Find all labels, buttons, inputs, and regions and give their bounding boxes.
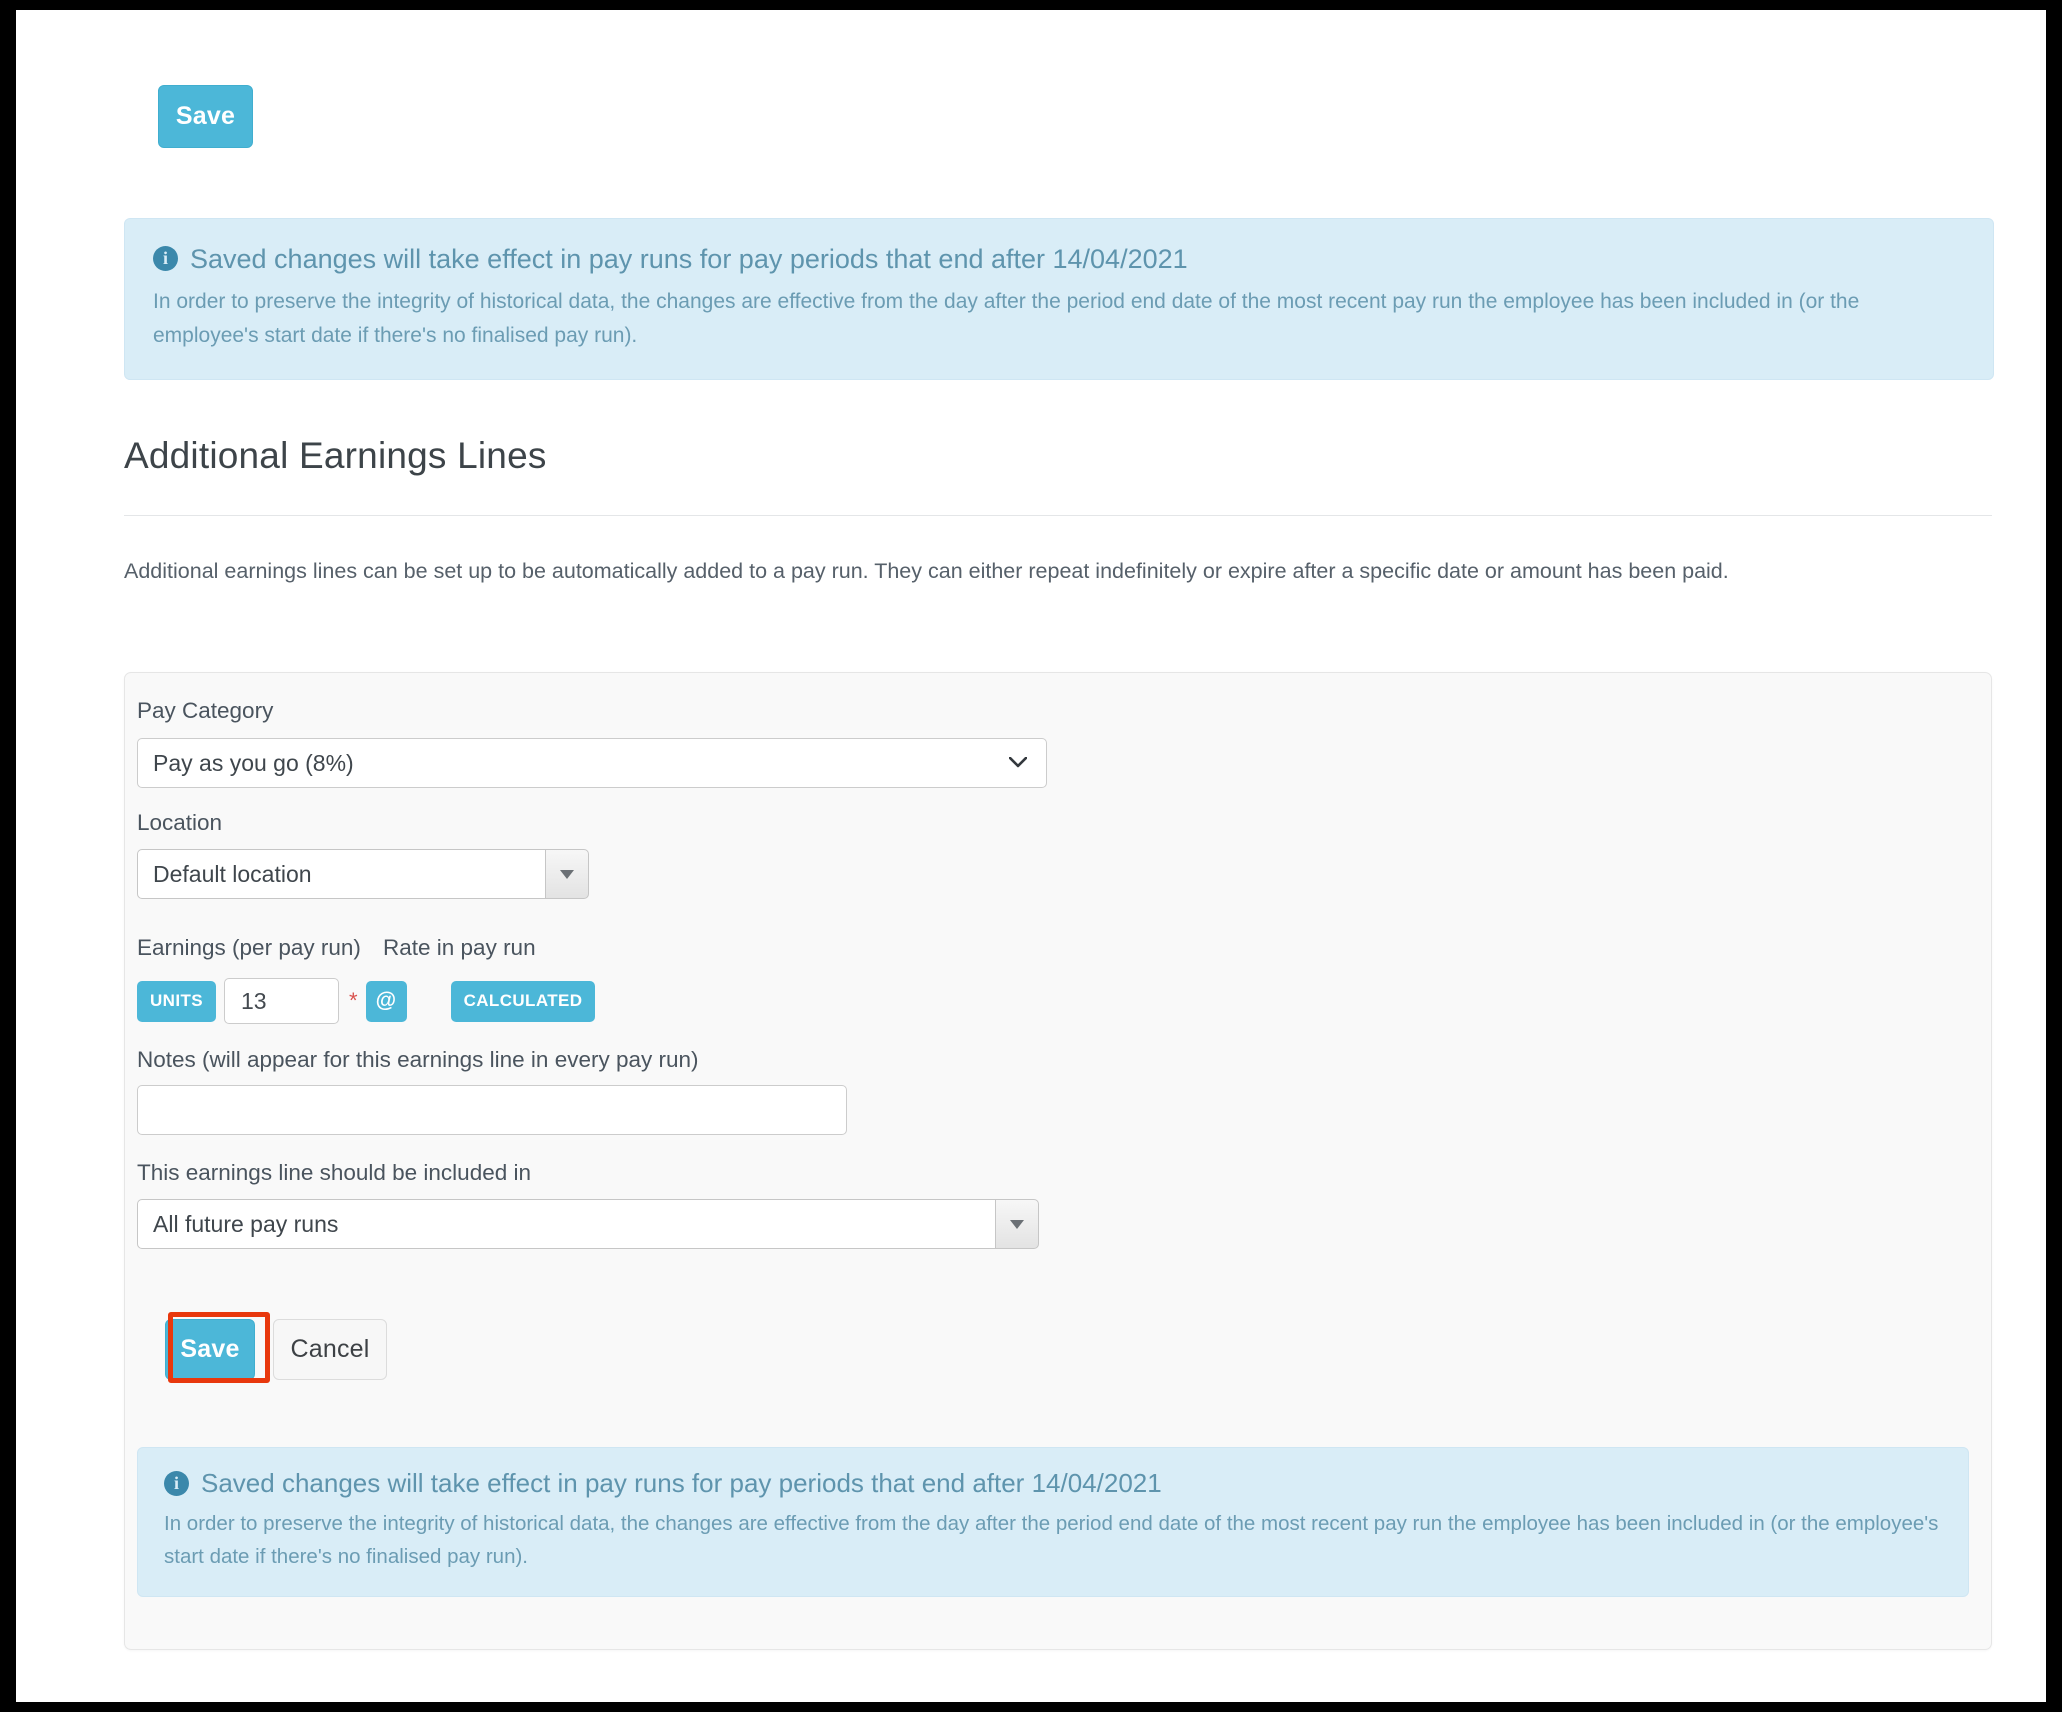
info-banner-bottom-title-row: i Saved changes will take effect in pay … [164,1466,1942,1501]
location-label: Location [137,810,223,835]
cancel-button[interactable]: Cancel [273,1319,387,1380]
calculated-badge[interactable]: CALCULATED [450,980,596,1022]
notes-input[interactable] [137,1085,847,1135]
pay-category-select[interactable]: Pay as you go (8%) [137,738,1047,788]
info-banner-top-title: Saved changes will take effect in pay ru… [190,244,1188,274]
section-description: Additional earnings lines can be set up … [124,559,1729,583]
included-in-dropdown-toggle[interactable] [995,1199,1039,1249]
save-button-top[interactable]: Save [158,85,253,148]
pay-category-label: Pay Category [137,698,274,723]
info-banner-top-title-row: i Saved changes will take effect in pay … [153,241,1965,277]
earnings-row: UNITS * @ CALCULATED [137,978,596,1024]
location-dropdown[interactable]: Default location [137,849,589,899]
info-banner-bottom: i Saved changes will take effect in pay … [137,1447,1969,1597]
included-in-label: This earnings line should be included in [137,1160,532,1185]
caret-down-icon [1010,1219,1024,1229]
heading-divider [124,515,1992,516]
location-dropdown-toggle[interactable] [545,849,589,899]
save-button-form[interactable]: Save [165,1319,255,1380]
caret-down-icon [560,869,574,879]
units-badge[interactable]: UNITS [137,980,216,1022]
included-in-dropdown[interactable]: All future pay runs [137,1199,1039,1249]
required-asterisk: * [349,988,358,1013]
page-title: Additional Earnings Lines [124,435,547,476]
included-in-value: All future pay runs [137,1199,995,1249]
info-banner-top: i Saved changes will take effect in pay … [124,218,1994,381]
earnings-label: Earnings (per pay run) [137,935,361,960]
rate-label: Rate in pay run [383,935,536,960]
info-circle-icon: i [153,246,178,271]
at-badge[interactable]: @ [365,980,407,1022]
location-value: Default location [137,849,545,899]
notes-label: Notes (will appear for this earnings lin… [137,1047,699,1072]
earnings-line-form-panel: Pay Category Pay as you go (8%) Location… [124,672,1992,1650]
pay-category-select-wrap: Pay as you go (8%) [137,738,1047,788]
page-frame: Save i Saved changes will take effect in… [16,10,2046,1702]
info-banner-bottom-body: In order to preserve the integrity of hi… [164,1512,1939,1569]
info-banner-top-body: In order to preserve the integrity of hi… [153,290,1860,348]
units-input[interactable] [224,978,339,1024]
info-banner-bottom-title: Saved changes will take effect in pay ru… [201,1468,1162,1498]
info-circle-icon: i [164,1471,189,1496]
